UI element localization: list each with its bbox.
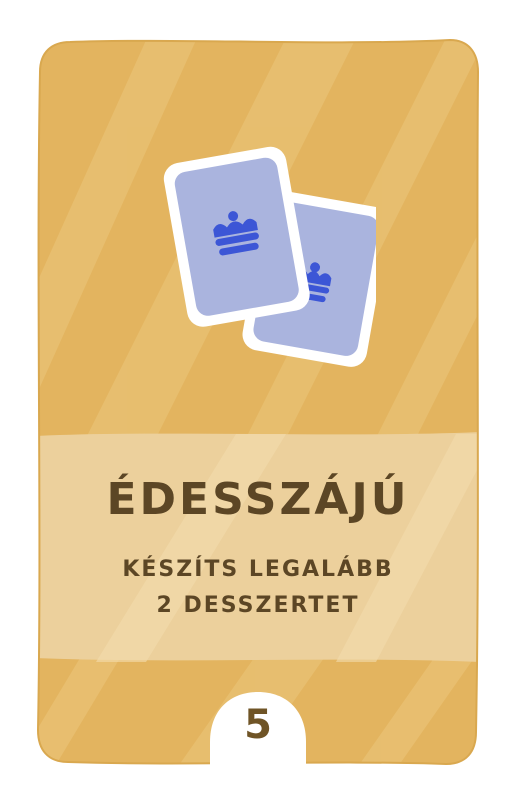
stage: ÉDESSZÁJÚ KÉSZÍTS LEGALÁBB 2 DESSZERTET … <box>0 0 520 803</box>
two-cards-with-dessert-icon <box>163 146 376 367</box>
objective-card[interactable]: ÉDESSZÁJÚ KÉSZÍTS LEGALÁBB 2 DESSZERTET … <box>36 38 480 770</box>
points-value: 5 <box>244 702 272 748</box>
objective-line-1: KÉSZÍTS LEGALÁBB <box>122 557 394 582</box>
card-title: ÉDESSZÁJÚ <box>106 474 410 525</box>
objective-line-2: 2 DESSZERTET <box>156 593 360 618</box>
card-objective: KÉSZÍTS LEGALÁBB 2 DESSZERTET <box>76 552 440 624</box>
